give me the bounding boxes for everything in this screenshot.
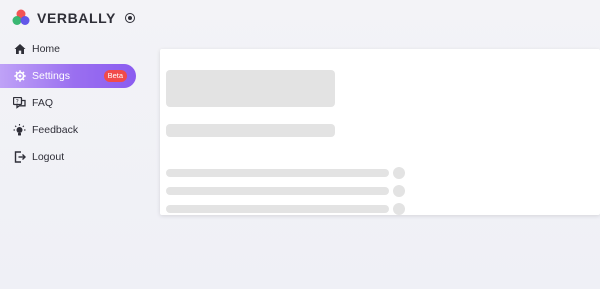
sidebar-item-home[interactable]: Home — [0, 37, 140, 61]
sidebar-item-settings[interactable]: Settings Beta — [0, 64, 136, 88]
sidebar-item-feedback[interactable]: Feedback — [0, 118, 140, 142]
skeleton-line — [166, 187, 389, 195]
logo-icon — [12, 9, 30, 25]
faq-icon: ? — [13, 97, 26, 110]
sidebar-item-faq[interactable]: ? FAQ — [0, 91, 140, 115]
skeleton-title — [166, 70, 335, 107]
sidebar-item-label: Home — [32, 43, 61, 55]
home-icon — [13, 43, 26, 56]
skeleton-dot — [393, 185, 405, 197]
sidebar-item-label: FAQ — [32, 97, 54, 109]
skeleton-dot — [393, 203, 405, 215]
content-card-skeleton — [160, 49, 600, 215]
skeleton-line — [166, 205, 389, 213]
brand-name: VERBALLY — [37, 9, 116, 26]
logout-icon — [13, 151, 26, 164]
beta-badge: Beta — [103, 70, 127, 82]
skeleton-dot — [393, 167, 405, 179]
sidebar-item-label: Feedback — [32, 124, 79, 136]
status-dot-icon[interactable] — [125, 13, 135, 23]
sidebar-item-label: Logout — [32, 151, 65, 163]
gear-icon — [13, 70, 26, 83]
skeleton-line — [166, 169, 389, 177]
sidebar-nav: Home Settings Beta ? FAQ Feedback Logout — [0, 34, 140, 172]
brand[interactable]: VERBALLY — [12, 9, 116, 26]
lightbulb-icon — [13, 123, 26, 137]
svg-text:?: ? — [16, 98, 19, 105]
sidebar-item-logout[interactable]: Logout — [0, 145, 140, 169]
sidebar-item-label: Settings — [32, 70, 70, 82]
skeleton-subtitle — [166, 124, 335, 137]
